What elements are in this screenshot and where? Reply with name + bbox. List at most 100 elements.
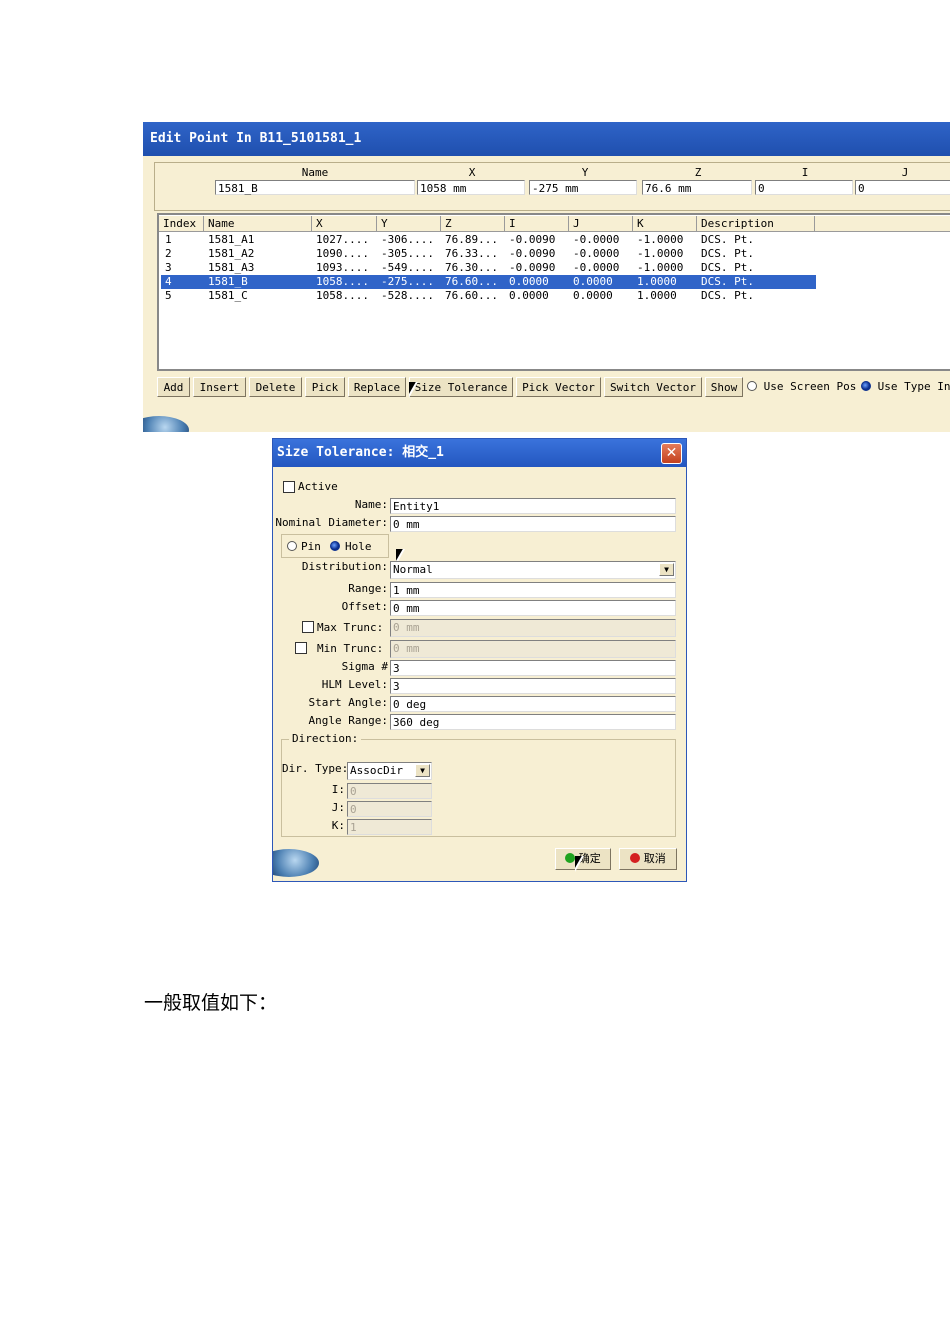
dir-k-input: 1 (347, 819, 432, 835)
table-cell: 0.0000 (573, 275, 613, 288)
active-checkbox[interactable] (283, 481, 295, 493)
table-cell: DCS. Pt. (701, 261, 754, 274)
table-row[interactable]: 3 1581_A3 1093.... -549.... 76.30... -0.0090 -… (161, 261, 816, 275)
table-cell: 1.0000 (637, 289, 677, 302)
dir-type-select[interactable]: AssocDir ▼ (347, 762, 432, 780)
point-y-input[interactable]: -275 mm (529, 180, 637, 195)
table-cell: 2 (165, 247, 172, 260)
table-cell: -1.0000 (637, 247, 684, 260)
dir-j-input: 0 (347, 801, 432, 817)
table-cell: -275.... (381, 275, 434, 288)
column-header-j[interactable]: J (569, 216, 633, 232)
insert-button[interactable]: Insert (193, 377, 246, 397)
edit-point-button-bar: Add Insert Delete Pick Replace Size Tole… (157, 376, 950, 398)
point-list[interactable]: Index Name X Y Z I J K Description 1 1581… (157, 213, 950, 371)
distribution-value: Normal (393, 563, 433, 576)
point-z-input[interactable]: 76.6 mm (642, 180, 752, 195)
max-trunc-label: Max Trunc: (317, 621, 384, 634)
pick-button[interactable]: Pick (305, 377, 345, 397)
table-cell: 1.0000 (637, 275, 677, 288)
table-cell: 76.33... (445, 247, 498, 260)
table-cell: -0.0090 (509, 233, 556, 246)
switch-vector-button[interactable]: Switch Vector (604, 377, 702, 397)
point-header-panel: Name X Y Z I J 1581_B 1058 mm -275 mm 76… (154, 162, 950, 211)
offset-input[interactable]: 0 mm (390, 600, 676, 616)
column-header-description[interactable]: Description (697, 216, 815, 232)
screen-pos-option[interactable]: Use Screen Pos (747, 380, 856, 393)
table-cell: 0.0000 (509, 289, 549, 302)
table-cell: 76.60... (445, 289, 498, 302)
start-angle-label: Start Angle: (308, 696, 388, 709)
angle-range-label: Angle Range: (308, 714, 388, 727)
type-in-option[interactable]: Use Type In (861, 380, 950, 393)
point-i-input[interactable]: 0 (755, 180, 853, 195)
table-cell: 1058.... (316, 289, 369, 302)
column-header-k[interactable]: K (633, 216, 697, 232)
angle-range-input[interactable]: 360 deg (390, 714, 676, 730)
distribution-label: Distribution: (301, 560, 388, 573)
point-x-input[interactable]: 1058 mm (417, 180, 525, 195)
sigma-input[interactable]: 3 (390, 660, 676, 676)
hole-radio[interactable] (330, 541, 340, 551)
column-header-i[interactable]: I (505, 216, 569, 232)
column-header-name[interactable]: Name (204, 216, 312, 232)
table-row[interactable]: 2 1581_A2 1090.... -305.... 76.33... -0.0090 -… (161, 247, 816, 261)
table-cell: 3 (165, 261, 172, 274)
table-row[interactable]: 5 1581_C 1058.... -528.... 76.60... 0.0000 0.0… (161, 289, 816, 303)
cancel-button[interactable]: 取消 (619, 848, 677, 870)
min-trunc-checkbox[interactable] (295, 642, 307, 654)
pin-hole-group: Pin Hole (281, 534, 389, 558)
delete-button[interactable]: Delete (249, 377, 302, 397)
table-cell: -306.... (381, 233, 434, 246)
table-cell: 1027.... (316, 233, 369, 246)
offset-label: Offset: (341, 600, 388, 613)
cancel-icon (630, 853, 641, 863)
point-name-input[interactable]: 1581_B (215, 180, 415, 195)
add-button[interactable]: Add (157, 377, 190, 397)
pin-radio[interactable] (287, 541, 297, 551)
dir-type-value: AssocDir (350, 764, 403, 777)
type-in-radio[interactable] (861, 381, 871, 391)
range-input[interactable]: 1 mm (390, 582, 676, 598)
globe-logo-icon (143, 416, 189, 432)
hlm-level-input[interactable]: 3 (390, 678, 676, 694)
max-trunc-input: 0 mm (390, 619, 676, 637)
show-button[interactable]: Show (705, 377, 743, 397)
start-angle-input[interactable]: 0 deg (390, 696, 676, 712)
max-trunc-checkbox[interactable] (302, 621, 314, 633)
nominal-diameter-input[interactable]: 0 mm (390, 516, 676, 532)
chevron-down-icon[interactable]: ▼ (659, 563, 674, 576)
chevron-down-icon[interactable]: ▼ (415, 764, 430, 777)
table-cell: 76.30... (445, 261, 498, 274)
active-label: Active (298, 480, 338, 493)
pin-label: Pin (301, 540, 321, 553)
min-trunc-input: 0 mm (390, 640, 676, 658)
table-row[interactable]: 4 1581_B 1058.... -275.... 76.60... 0.0000 0.0… (161, 275, 816, 289)
close-icon[interactable]: ✕ (661, 443, 682, 464)
edit-point-window: Edit Point In B11_5101581_1 Name X Y Z I… (143, 122, 950, 432)
column-header-z[interactable]: Z (441, 216, 505, 232)
globe-logo-icon (273, 849, 319, 877)
footer-text: 一般取值如下： (144, 992, 278, 1014)
dir-type-label: Dir. Type: (282, 762, 349, 775)
table-cell: -1.0000 (637, 233, 684, 246)
size-tolerance-title: Size Tolerance: 相交_1 (273, 439, 686, 467)
screen-pos-radio[interactable] (747, 381, 757, 391)
name-input[interactable]: Entity1 (390, 498, 676, 514)
column-header-index[interactable]: Index (159, 216, 204, 232)
table-cell: 1581_A2 (208, 247, 255, 260)
distribution-select[interactable]: Normal ▼ (390, 561, 676, 579)
hole-label: Hole (345, 540, 372, 553)
point-j-input[interactable]: 0 (855, 180, 950, 195)
column-header-filler (815, 216, 950, 232)
size-tolerance-button[interactable]: Size Tolerance (409, 377, 513, 397)
table-row[interactable]: 1 1581_A1 1027.... -306.... 76.89... -0.0090 -… (161, 233, 816, 247)
header-label-z: Z (694, 166, 702, 179)
header-label-i: I (801, 166, 809, 179)
table-cell: -1.0000 (637, 261, 684, 274)
table-cell: DCS. Pt. (701, 233, 754, 246)
column-header-y[interactable]: Y (377, 216, 441, 232)
pick-vector-button[interactable]: Pick Vector (516, 377, 601, 397)
replace-button[interactable]: Replace (348, 377, 406, 397)
column-header-x[interactable]: X (312, 216, 377, 232)
